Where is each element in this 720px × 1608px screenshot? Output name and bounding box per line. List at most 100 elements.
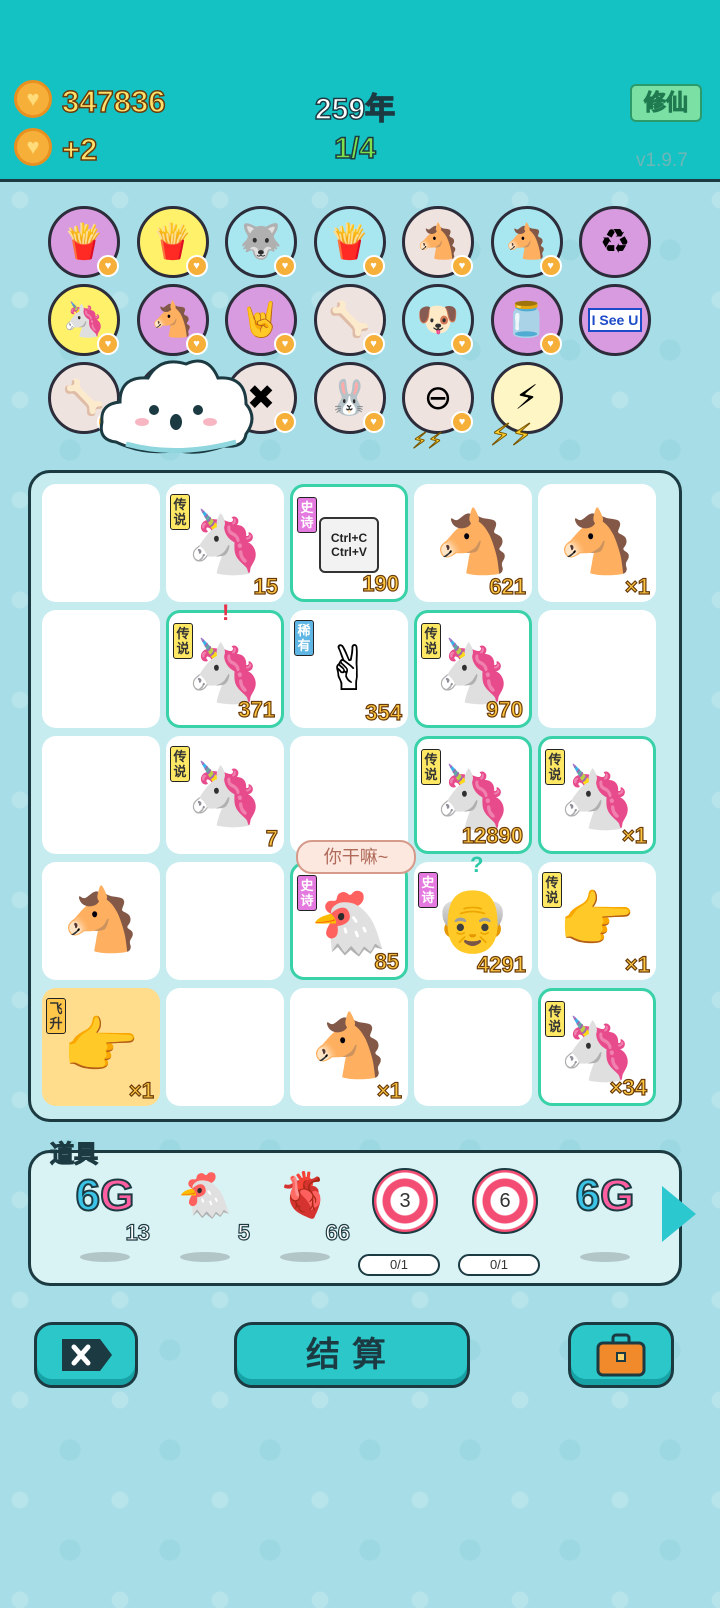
buff-glyph: 🫙 [505, 301, 548, 339]
cloud-mascot-icon[interactable] [96, 352, 258, 460]
target-icon: 6 [472, 1168, 538, 1234]
board-cell[interactable] [42, 736, 160, 854]
rarity-badge: 飞升 [46, 998, 66, 1034]
settle-label: 结算 [306, 1336, 398, 1374]
board-cell[interactable]: 🐴 621 [414, 484, 532, 602]
board-cell[interactable]: 🦄 传说 970 [414, 610, 532, 728]
cool-dog-icon[interactable]: 🐶 ♥ [402, 284, 474, 356]
board-cell[interactable]: 🦄 传说 12890 [414, 736, 532, 854]
cell-count: 7 [265, 825, 278, 851]
heart-badge-icon: ♥ [274, 255, 296, 277]
delete-tag-icon [62, 1339, 112, 1371]
fries-icon[interactable]: 🍟 ♥ [48, 206, 120, 278]
cell-count: 4291 [476, 951, 526, 977]
prop-count: 13 [125, 1219, 151, 1245]
prop-shadow [80, 1252, 130, 1262]
rock-hand-icon[interactable]: 🤘 ♥ [225, 284, 297, 356]
buff-glyph: I See U [587, 308, 643, 332]
board-cell[interactable] [42, 484, 160, 602]
fries-icon[interactable]: 🍟 ♥ [313, 206, 386, 278]
i-see-u-icon[interactable]: I See U [579, 284, 651, 356]
copy-paste-icon: Ctrl+C Ctrl+V [319, 517, 379, 573]
board-cell[interactable] [166, 988, 284, 1106]
coin-rate: +2 [61, 131, 98, 168]
heart-badge-icon: ♥ [362, 333, 385, 355]
question-mark-icon: ? [470, 852, 484, 877]
unicorn-icon[interactable]: 🦄 ♥ [48, 284, 120, 356]
horse-pair-icon[interactable]: 🐴 ♥ [402, 206, 474, 278]
board-cell[interactable]: 🐴 [42, 862, 160, 980]
rarity-badge: 传说 [545, 749, 565, 785]
rarity-badge: 史诗 [418, 872, 438, 908]
cell-count: 970 [486, 696, 524, 722]
settle-button[interactable]: 结算 [234, 1322, 470, 1388]
horse-pair-icon[interactable]: 🐴 ♥ [490, 206, 563, 278]
board-cell[interactable] [414, 988, 532, 1106]
minus-icon[interactable]: ⊖ ♥ [402, 362, 474, 434]
props-label: 道具 [49, 1140, 98, 1168]
prop-item[interactable]: 🫀 66 [260, 1168, 351, 1268]
heart-badge-icon: ♥ [97, 255, 119, 277]
board-cell[interactable]: ✌ 稀有 354 [290, 610, 408, 728]
coin-total: 347836 [61, 83, 166, 120]
lightning-icon: ⚡⚡ [489, 419, 533, 453]
buff-glyph: ⊖ [423, 379, 453, 417]
jar-icon[interactable]: 🫙 ♥ [490, 284, 563, 356]
board-cell[interactable]: 🦄 传说 15 [166, 484, 284, 602]
board-cell[interactable]: 🐴 ×1 [290, 988, 408, 1106]
horse-icon: 🐴 [434, 508, 512, 577]
prop-item[interactable]: 3 0/1 [358, 1168, 450, 1276]
rarity-badge: 传说 [170, 746, 190, 782]
prop-item[interactable]: 6G [560, 1168, 650, 1268]
delete-button[interactable] [34, 1322, 138, 1388]
board-cell[interactable]: 👉 飞升 ×1 [42, 988, 160, 1106]
cell-count: 371 [238, 696, 276, 722]
board-cell[interactable]: 🦄 传说 371 [166, 610, 284, 728]
cell-count: ×1 [376, 1077, 402, 1103]
target-icon: 3 [372, 1168, 438, 1234]
husky-icon[interactable]: 🐺 ♥ [225, 206, 297, 278]
fries-icon[interactable]: 🍟 ♥ [136, 206, 209, 278]
board-cell[interactable]: 🐔 史诗 85 [290, 862, 408, 980]
board-cell[interactable]: 👴 史诗 4291 [414, 862, 532, 980]
heart-badge-icon: ♥ [451, 333, 473, 355]
board-cell[interactable]: 🐴 ×1 [538, 484, 656, 602]
cell-count: 85 [374, 948, 400, 974]
board-cell[interactable]: 🦄 传说 ×34 [538, 988, 656, 1106]
board-cell[interactable] [166, 862, 284, 980]
backpack-button[interactable] [568, 1322, 674, 1388]
buff-glyph: 🍟 [151, 223, 194, 261]
board-cell[interactable]: 👉 传说 ×1 [538, 862, 656, 980]
buff-glyph: 🐶 [416, 301, 460, 339]
exclamation-mark-icon: ! [222, 600, 230, 625]
rarity-badge: 传说 [173, 623, 193, 659]
prop-item[interactable]: 6 0/1 [458, 1168, 550, 1276]
liver-icon: 🫀 [277, 1171, 333, 1220]
dog-food-icon[interactable]: 🦴♥ [313, 284, 386, 356]
xiuxian-button[interactable]: 修仙 [630, 84, 702, 122]
prop-item[interactable]: 6G 13 [60, 1168, 151, 1268]
rarity-badge: 史诗 [297, 497, 317, 533]
chicken-icon: 🐔 [177, 1171, 233, 1220]
version-label: v1.9.7 [636, 150, 688, 171]
horse-pair-icon[interactable]: 🐴 ♥ [136, 284, 209, 356]
top-bar: ♥ 347836 ♥ +2 259年 1/4 修仙 v1.9.7 [0, 0, 720, 182]
board-cell[interactable] [538, 610, 656, 728]
coin-rate-icon: ♥ [14, 128, 52, 166]
board-cell[interactable]: 🦄 传说 7 [166, 736, 284, 854]
board-cell[interactable]: Ctrl+C Ctrl+V 史诗 190 [290, 484, 408, 602]
horse-icon: 🐴 [558, 508, 636, 577]
prop-item[interactable]: 🐔 5 [160, 1168, 251, 1268]
prop-progress: 0/1 [358, 1254, 440, 1276]
board-cell[interactable] [42, 610, 160, 728]
heart-badge-icon: ♥ [274, 333, 296, 355]
rarity-badge: 史诗 [297, 875, 317, 911]
cell-count: ×1 [624, 573, 650, 599]
next-arrow-icon[interactable] [662, 1186, 696, 1242]
rabbit-icon[interactable]: 🐰 ♥ [313, 362, 386, 434]
board-cell[interactable]: 🦄 传说 ×1 [538, 736, 656, 854]
heart-badge-icon: ♥ [539, 255, 562, 277]
recycle-icon[interactable]: ♻ [579, 206, 651, 278]
rarity-badge: 稀有 [294, 620, 314, 656]
board-cell[interactable] [290, 736, 408, 854]
